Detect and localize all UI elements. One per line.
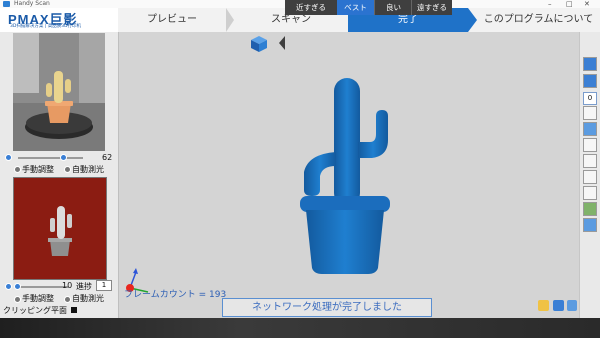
app-icon <box>3 1 10 7</box>
layers-icon[interactable] <box>583 106 597 120</box>
close-icon[interactable]: ✕ <box>584 0 590 8</box>
clipping-plane-label: クリッピング平面 <box>3 306 67 315</box>
camera1-slider-track[interactable] <box>18 157 83 159</box>
tab-good[interactable]: 良い <box>374 0 412 15</box>
view-tabs-left-arrow <box>279 36 285 50</box>
maximize-icon[interactable]: □ <box>566 0 573 8</box>
select-icon[interactable] <box>583 122 597 136</box>
camera2-slider-thumb[interactable] <box>14 283 21 290</box>
step-about[interactable]: このプログラムについて <box>477 8 600 32</box>
undo-icon[interactable] <box>583 154 597 168</box>
window-title: Handy Scan <box>14 0 50 7</box>
clipping-plane-checkbox[interactable] <box>71 307 77 313</box>
step-spinbox[interactable]: 1 <box>96 280 112 291</box>
camera1-manual-radio[interactable] <box>14 166 21 173</box>
camera2-manual-label: 手動調整 <box>22 294 54 303</box>
camera1-preview <box>13 33 105 151</box>
tab-too-close[interactable]: 近すぎる <box>285 0 337 15</box>
camera2-preview <box>13 177 107 280</box>
export-icon[interactable] <box>553 300 564 311</box>
camera2-slider-min-thumb[interactable] <box>5 283 12 290</box>
measure-icon[interactable] <box>583 202 597 216</box>
status-message: ネットワーク処理が完了しました <box>222 298 432 317</box>
view-cube-icon[interactable] <box>250 35 268 53</box>
tab-best[interactable]: ベスト <box>337 0 374 15</box>
taskbar-background <box>0 318 600 338</box>
tab-too-far[interactable]: 遠すぎる <box>411 0 452 15</box>
minimize-icon[interactable]: – <box>548 0 552 8</box>
crop-icon[interactable] <box>583 186 597 200</box>
scan-model-view[interactable] <box>290 72 400 278</box>
taskbar <box>0 318 600 338</box>
save-icon[interactable] <box>567 300 577 311</box>
camera2-auto-radio[interactable] <box>64 296 71 303</box>
camera2-auto-label: 自動測光 <box>72 294 104 303</box>
step-label: 進捗 <box>76 282 92 291</box>
step-preview[interactable]: プレビュー <box>118 8 226 32</box>
camera1-slider-value: 62 <box>102 153 113 162</box>
toolbar-counter: 0 <box>583 92 597 105</box>
refresh-view-icon[interactable] <box>583 57 597 71</box>
pointer-icon[interactable] <box>583 218 597 232</box>
camera1-slider-min-thumb[interactable] <box>5 154 12 161</box>
camera1-auto-radio[interactable] <box>64 166 71 173</box>
step-separator <box>226 8 234 32</box>
camera1-manual-label: 手動調整 <box>22 165 54 174</box>
frame-count: フレームカウント = 193 <box>124 290 227 300</box>
brand-tagline: 3D扫描解决方案 | 高品质3D打印机 <box>10 24 82 29</box>
camera2-manual-radio[interactable] <box>14 296 21 303</box>
camera1-auto-label: 自動測光 <box>72 165 104 174</box>
lock-icon[interactable] <box>538 300 549 311</box>
open-file-icon[interactable] <box>583 74 597 88</box>
camera2-slider-track[interactable] <box>18 286 68 288</box>
step-active-arrow <box>468 8 477 32</box>
delete-icon[interactable] <box>583 170 597 184</box>
grid-icon[interactable] <box>583 138 597 152</box>
camera1-slider-thumb[interactable] <box>60 154 67 161</box>
camera2-slider-value: 10 <box>62 281 73 290</box>
